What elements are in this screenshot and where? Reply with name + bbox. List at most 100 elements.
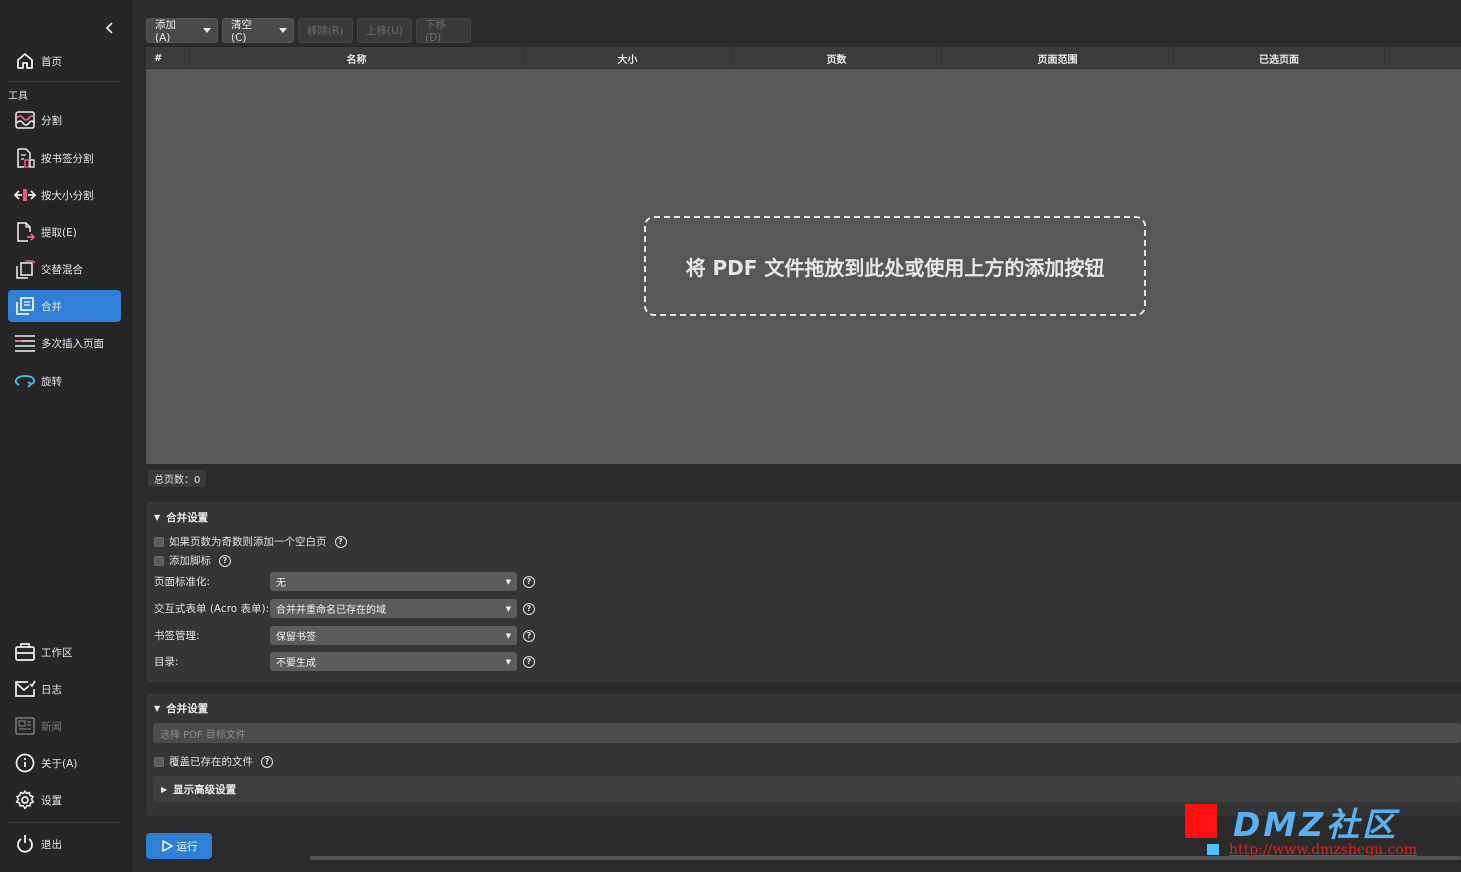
help-icon[interactable]: ? bbox=[334, 535, 347, 548]
nav-log[interactable]: 日志 bbox=[8, 673, 121, 705]
bookmarks-row: 书签管理: 保留书签 ▼ ? bbox=[154, 626, 554, 645]
nav-home[interactable]: 首页 bbox=[8, 45, 121, 77]
overwrite-option: 覆盖已存在的文件 ? bbox=[154, 754, 273, 769]
clear-button[interactable]: 清空(C) bbox=[222, 18, 294, 44]
file-table-body[interactable]: 将 PDF 文件拖放到此处或使用上方的添加按钮 bbox=[146, 69, 1461, 464]
move-up-button[interactable]: 上移(U) bbox=[357, 18, 412, 43]
footer-checkbox[interactable] bbox=[154, 555, 164, 566]
nav-alternate-mix[interactable]: 交替混合 bbox=[8, 253, 121, 285]
nav-settings[interactable]: 设置 bbox=[8, 784, 121, 816]
caret-down-icon bbox=[279, 27, 288, 33]
col-pages[interactable]: 页数 bbox=[732, 47, 942, 69]
caret-down-icon: ▼ bbox=[505, 577, 511, 586]
play-icon bbox=[161, 840, 173, 852]
nav-split[interactable]: 分割 bbox=[8, 104, 121, 136]
move-down-button[interactable]: 下移(D) bbox=[416, 18, 471, 44]
clear-dropdown-arrow[interactable] bbox=[273, 19, 293, 42]
split-wave-icon bbox=[14, 109, 36, 131]
blank-page-checkbox[interactable] bbox=[154, 536, 164, 547]
help-icon[interactable]: ? bbox=[219, 554, 231, 567]
nav-extract[interactable]: 提取(E) bbox=[8, 216, 121, 248]
watermark-logo: DMZ社区 http://www.dmzshequ.com bbox=[1175, 798, 1461, 862]
acro-forms-label: 交互式表单 (Acro 表单): bbox=[154, 603, 270, 615]
triangle-right-icon: ▶ bbox=[161, 784, 168, 794]
run-button[interactable]: 运行 bbox=[146, 833, 212, 859]
nav-workspace[interactable]: 工作区 bbox=[8, 636, 121, 668]
bookmarks-select[interactable]: 保留书签 ▼ bbox=[270, 626, 517, 645]
overwrite-checkbox[interactable] bbox=[154, 756, 164, 767]
acro-forms-select[interactable]: 合并并重命名已存在的域 ▼ bbox=[270, 599, 517, 618]
power-icon bbox=[14, 833, 36, 855]
rotate-icon bbox=[14, 370, 36, 392]
sidebar: 首页 工具 分割 按书签分割 按大小分割 提取(E) 交替混合 合并 多次插入页… bbox=[0, 0, 132, 872]
add-button-label: 添加(A) bbox=[155, 19, 176, 44]
col-name[interactable]: 名称 bbox=[190, 47, 524, 69]
col-selected-pages[interactable]: 已选页面 bbox=[1174, 47, 1385, 69]
caret-down-icon: ▼ bbox=[505, 631, 511, 640]
add-button[interactable]: 添加(A) bbox=[146, 18, 218, 44]
caret-down-icon: ▼ bbox=[505, 604, 511, 613]
destination-file-placeholder: 选择 PDF 目标文件 bbox=[160, 729, 246, 741]
app-window: 首页 工具 分割 按书签分割 按大小分割 提取(E) 交替混合 合并 多次插入页… bbox=[0, 0, 1461, 872]
nav-about-label: 关于(A) bbox=[41, 757, 78, 770]
total-pages-badge: 总页数：0 bbox=[148, 470, 207, 487]
help-icon[interactable]: ? bbox=[523, 575, 535, 588]
col-filler bbox=[1385, 47, 1461, 69]
nav-insert-pages[interactable]: 多次插入页面 bbox=[8, 327, 121, 359]
col-size[interactable]: 大小 bbox=[524, 47, 732, 69]
nav-workspace-label: 工作区 bbox=[41, 646, 73, 659]
toc-select[interactable]: 不要生成 ▼ bbox=[270, 652, 517, 671]
merge-settings-title: 合并设置 bbox=[166, 512, 209, 524]
nav-split-bookmark[interactable]: 按书签分割 bbox=[8, 142, 121, 174]
nav-about[interactable]: 关于(A) bbox=[8, 747, 121, 779]
nav-merge[interactable]: 合并 bbox=[8, 290, 121, 322]
nav-split-bookmark-label: 按书签分割 bbox=[41, 152, 94, 165]
nav-extract-label: 提取(E) bbox=[41, 226, 77, 239]
merge-settings-panel: ▼ 合并设置 如果页数为奇数则添加一个空白页 ? 添加脚标 ? 页面标准化: 无… bbox=[146, 502, 1461, 682]
caret-down-icon: ▼ bbox=[505, 657, 511, 666]
bookmarks-value: 保留书签 bbox=[276, 632, 316, 643]
home-icon bbox=[14, 50, 36, 72]
run-button-label: 运行 bbox=[176, 840, 198, 853]
acro-forms-row: 交互式表单 (Acro 表单): 合并并重命名已存在的域 ▼ ? bbox=[154, 599, 554, 618]
size-split-icon bbox=[14, 184, 36, 206]
page-normalization-select[interactable]: 无 ▼ bbox=[270, 572, 517, 591]
remove-button[interactable]: 移除(R) bbox=[298, 18, 353, 43]
page-normalization-label: 页面标准化: bbox=[154, 576, 211, 588]
nav-insert-pages-label: 多次插入页面 bbox=[41, 337, 104, 350]
tools-section-label: 工具 bbox=[8, 91, 28, 102]
watermark-red-square bbox=[1185, 804, 1217, 838]
triangle-down-icon: ▼ bbox=[154, 704, 161, 713]
nav-news[interactable]: 新闻 bbox=[8, 710, 121, 742]
remove-button-label: 移除(R) bbox=[307, 25, 344, 37]
col-page-range[interactable]: 页面范围 bbox=[942, 47, 1174, 69]
toc-value: 不要生成 bbox=[276, 658, 316, 669]
nav-rotate[interactable]: 旋转 bbox=[8, 365, 121, 397]
merge-settings-toggle[interactable]: ▼ 合并设置 bbox=[154, 510, 208, 525]
help-icon[interactable]: ? bbox=[261, 755, 273, 768]
nav-split-size[interactable]: 按大小分割 bbox=[8, 179, 121, 211]
output-settings-toggle[interactable]: ▼ 合并设置 bbox=[154, 701, 208, 716]
add-dropdown-arrow[interactable] bbox=[197, 19, 217, 42]
workspace-icon bbox=[14, 641, 36, 663]
chevron-left-icon bbox=[105, 22, 113, 34]
drop-zone[interactable]: 将 PDF 文件拖放到此处或使用上方的添加按钮 bbox=[644, 216, 1146, 316]
nav-exit[interactable]: 退出 bbox=[8, 828, 121, 860]
watermark-text: DMZ社区 bbox=[1233, 805, 1399, 844]
nav-news-label: 新闻 bbox=[41, 720, 62, 733]
news-icon bbox=[14, 715, 36, 737]
help-icon[interactable]: ? bbox=[523, 655, 535, 668]
help-icon[interactable]: ? bbox=[523, 602, 535, 615]
nav-split-size-label: 按大小分割 bbox=[41, 189, 94, 202]
col-index[interactable]: # bbox=[146, 47, 190, 69]
drop-zone-text: 将 PDF 文件拖放到此处或使用上方的添加按钮 bbox=[685, 255, 1105, 280]
overwrite-label: 覆盖已存在的文件 bbox=[169, 756, 253, 768]
collapse-sidebar-button[interactable] bbox=[102, 20, 118, 36]
move-up-button-label: 上移(U) bbox=[366, 25, 403, 37]
nav-alternate-mix-label: 交替混合 bbox=[41, 263, 83, 276]
footer-option: 添加脚标 ? bbox=[154, 553, 231, 568]
nav-merge-label: 合并 bbox=[41, 300, 62, 313]
alternate-mix-icon bbox=[14, 258, 36, 280]
help-icon[interactable]: ? bbox=[523, 629, 535, 642]
destination-file-input[interactable]: 选择 PDF 目标文件 bbox=[153, 723, 1461, 743]
